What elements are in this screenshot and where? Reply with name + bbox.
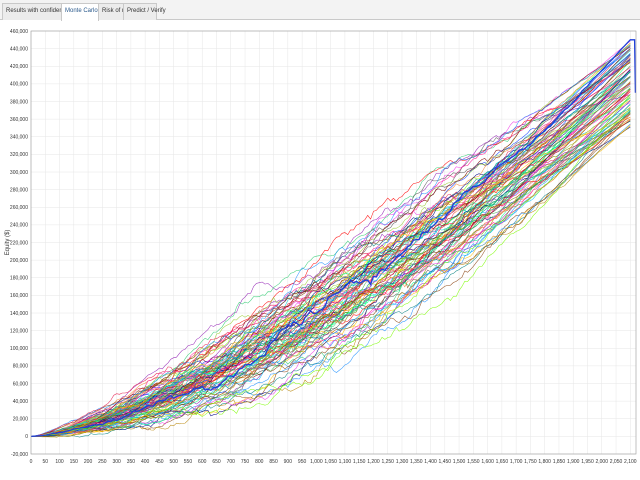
y-tick-label: 280,000: [10, 187, 28, 193]
x-tick-label: 1,300: [396, 459, 409, 465]
x-tick-label: 700: [227, 459, 236, 465]
x-tick-label: 650: [212, 459, 221, 465]
tab-results-confidence[interactable]: Results with confidence levels: [2, 3, 86, 20]
x-tick-label: 1,750: [524, 459, 537, 465]
x-tick-label: 1,950: [581, 459, 594, 465]
y-tick-label: 300,000: [10, 170, 28, 176]
x-tick-label: 50: [42, 459, 48, 465]
chart-grid: [30, 30, 636, 455]
x-tick-label: 2,000: [595, 459, 608, 465]
tab-predict-verify[interactable]: Predict / Verify: [123, 3, 166, 20]
x-tick-label: 250: [98, 459, 107, 465]
x-tick-label: 900: [284, 459, 293, 465]
x-tick-label: 1,850: [553, 459, 566, 465]
tab-bar: Results with confidence levels Monte Car…: [0, 0, 640, 21]
y-tick-label: 160,000: [10, 293, 28, 299]
y-tick-label: 460,000: [10, 29, 28, 35]
x-tick-label: 2,100: [624, 459, 637, 465]
y-axis-label: Equity ($): [5, 230, 11, 256]
x-tick-label: 0: [30, 459, 33, 465]
x-tick-label: 550: [184, 459, 193, 465]
x-tick-label: 1,450: [439, 459, 452, 465]
x-tick-label: 950: [298, 459, 307, 465]
y-tick-label: 120,000: [10, 328, 28, 334]
monte-carlo-chart: -20,000 0 20,000 40,000 60,000 80,000 100,000 1…: [0, 20, 640, 480]
x-tick-label: 100: [55, 459, 64, 465]
y-tick-label: 320,000: [10, 152, 28, 158]
x-tick-label: 1,600: [481, 459, 494, 465]
y-axis-ticks: -20,000 0 20,000 40,000 60,000 80,000 100,000 1…: [10, 29, 28, 458]
x-tick-label: 750: [241, 459, 250, 465]
y-tick-label: 400,000: [10, 82, 28, 88]
y-tick-label: 0: [25, 434, 28, 440]
x-axis-ticks: 0 50 100 150 200 250 300 350 400 450 500 550 600 650 7…: [30, 459, 637, 465]
x-tick-label: 150: [70, 459, 79, 465]
x-tick-label: 1,550: [467, 459, 480, 465]
y-tick-label: 340,000: [10, 135, 28, 141]
y-tick-label: 20,000: [13, 417, 29, 423]
x-tick-label: 600: [198, 459, 207, 465]
x-tick-label: 1,650: [496, 459, 509, 465]
y-tick-label: 200,000: [10, 258, 28, 264]
x-tick-label: 350: [127, 459, 136, 465]
y-tick-label: 40,000: [13, 399, 29, 405]
y-tick-label: 140,000: [10, 311, 28, 317]
x-tick-label: 1,800: [538, 459, 551, 465]
y-tick-label: 360,000: [10, 117, 28, 123]
x-tick-label: 1,500: [453, 459, 466, 465]
x-tick-label: 500: [170, 459, 179, 465]
x-tick-label: 1,250: [381, 459, 394, 465]
y-tick-label: 180,000: [10, 276, 28, 282]
y-tick-label: 380,000: [10, 99, 28, 105]
x-tick-label: 1,350: [410, 459, 423, 465]
x-tick-label: 1,150: [353, 459, 366, 465]
x-tick-label: 400: [141, 459, 150, 465]
y-tick-label: -20,000: [11, 452, 28, 458]
x-tick-label: 1,400: [424, 459, 437, 465]
tab-risk-of-ruin[interactable]: Risk of ruin: [98, 3, 132, 20]
x-tick-label: 450: [155, 459, 164, 465]
x-tick-label: 300: [112, 459, 121, 465]
y-tick-label: 60,000: [13, 381, 29, 387]
x-tick-label: 1,100: [339, 459, 352, 465]
y-tick-label: 80,000: [13, 364, 29, 370]
x-tick-label: 800: [255, 459, 264, 465]
y-tick-label: 100,000: [10, 346, 28, 352]
x-tick-label: 200: [84, 459, 93, 465]
y-tick-label: 420,000: [10, 64, 28, 70]
x-tick-label: 2,050: [610, 459, 623, 465]
x-tick-label: 1,900: [567, 459, 580, 465]
chart-svg: -20,000020,00040,00060,00080,000100,0001…: [5, 29, 637, 465]
y-tick-label: 440,000: [10, 46, 28, 52]
x-tick-label: 850: [269, 459, 278, 465]
y-tick-label: 240,000: [10, 223, 28, 229]
x-tick-label: 1,000: [310, 459, 323, 465]
y-tick-label: 220,000: [10, 240, 28, 246]
x-tick-label: 1,050: [324, 459, 337, 465]
x-tick-label: 1,700: [510, 459, 523, 465]
x-tick-label: 1,200: [367, 459, 380, 465]
y-tick-label: 260,000: [10, 205, 28, 211]
tab-monte-carlo-chart[interactable]: Monte Carlo Chart: [61, 3, 114, 21]
